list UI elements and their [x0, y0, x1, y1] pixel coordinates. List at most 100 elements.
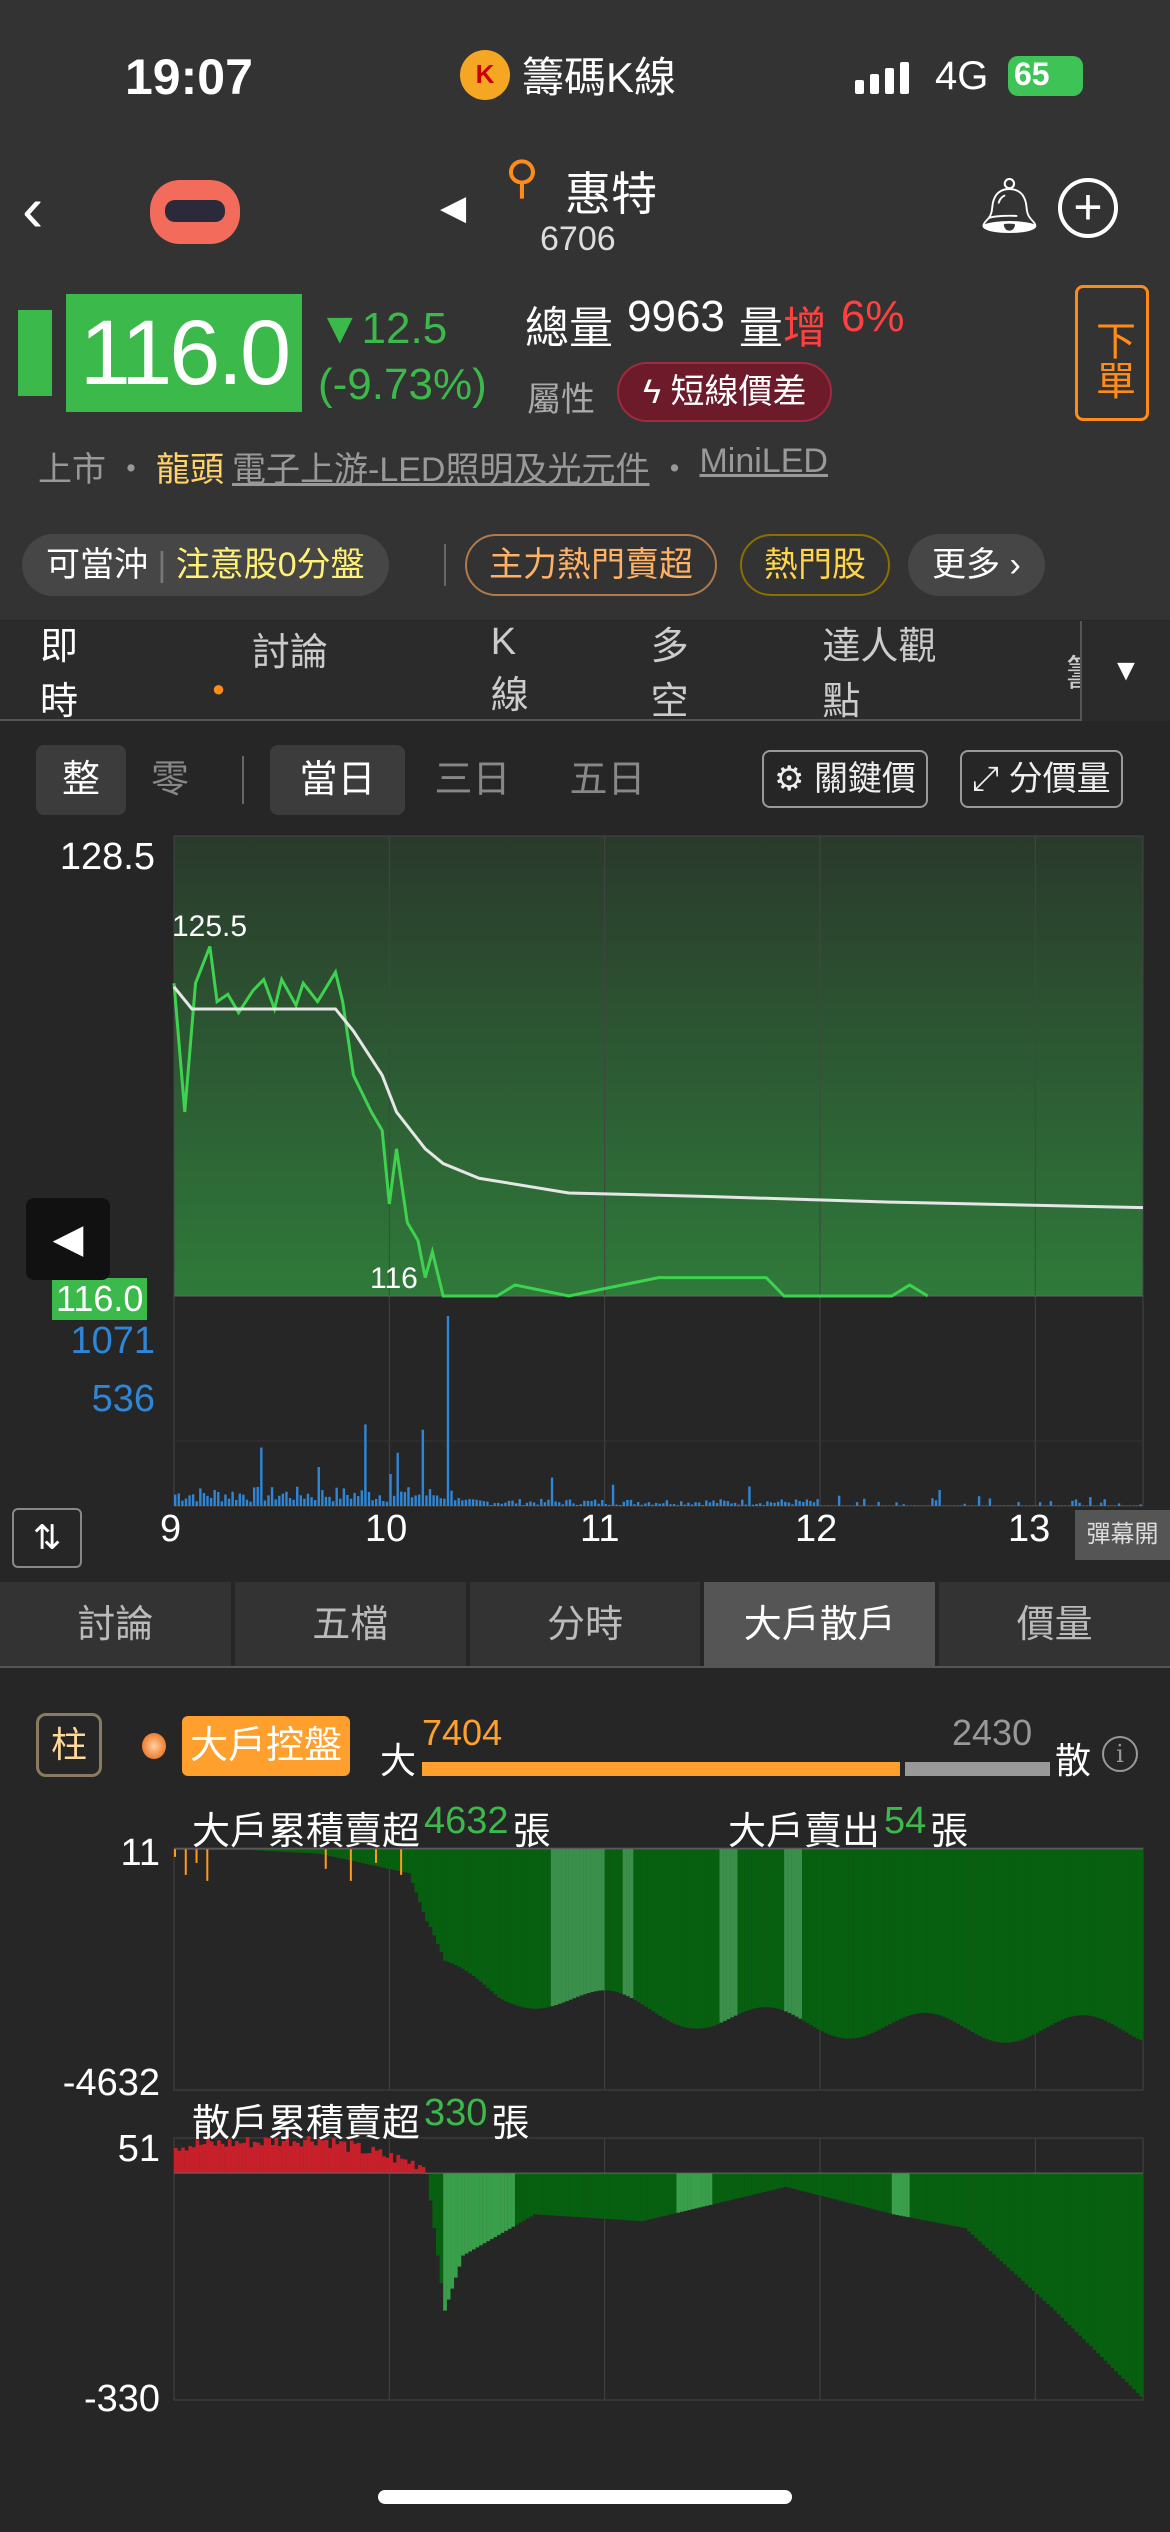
big-cum-bar: [981, 1848, 986, 2038]
bar-toggle-button[interactable]: 柱: [36, 1713, 102, 1777]
volume-bar: [202, 1493, 206, 1506]
retail-cum-bar: [1071, 2173, 1075, 2329]
tag-industry-link[interactable]: 電子上游-LED照明及光元件: [232, 442, 649, 491]
volume-bar: [1121, 1505, 1124, 1506]
volume-bar: [755, 1503, 758, 1506]
retail-cum-bar: [357, 2142, 361, 2174]
search-icon[interactable]: ⚲: [505, 150, 539, 204]
volume-bar: [195, 1501, 198, 1506]
volume-bar: [421, 1429, 425, 1506]
daytrade-chip[interactable]: 可當沖 | 注意股0分盤: [22, 534, 389, 596]
volume-bar: [633, 1504, 636, 1506]
big-cum-bar: [482, 1848, 487, 1985]
big-cum-bar: [1017, 1848, 1022, 2041]
volume-bar: [1099, 1502, 1103, 1506]
volume-bar: [866, 1505, 870, 1506]
volume-bar: [762, 1504, 765, 1506]
big-cum-bar: [518, 1848, 523, 2007]
stock-name[interactable]: 惠特: [565, 158, 657, 224]
big-cum-bar: [1042, 1848, 1047, 2029]
more-chip[interactable]: 更多 ›: [908, 534, 1045, 596]
hot-stock-chip[interactable]: 熱門股: [740, 534, 890, 596]
big-cum-bar: [672, 1848, 677, 2024]
vol-inc-value: 6%: [840, 292, 905, 341]
hot-sell-chip[interactable]: 主力熱門賣超: [465, 534, 717, 596]
collapse-left-icon[interactable]: ◀: [26, 1198, 110, 1280]
retail-cum-bar: [927, 2173, 932, 2222]
retail-cum-bar: [708, 2173, 713, 2205]
retail-cum-bar: [959, 2173, 964, 2228]
vol-by-price-button[interactable]: ⤢ 分價量: [960, 750, 1123, 808]
big-cum-bar: [540, 1848, 544, 2009]
retail-cum-bar: [601, 2173, 605, 2219]
tab-discussion[interactable]: 討論 ●: [172, 621, 391, 720]
volume-bar: [504, 1502, 507, 1506]
volume-bar: [371, 1500, 374, 1506]
range-today[interactable]: 當日: [270, 745, 405, 815]
big-cum-bar: [805, 1848, 810, 2023]
big-cum-bar: [712, 1848, 717, 2026]
retail-cum-bar: [550, 2173, 555, 2216]
big-cum-bar: [733, 1848, 738, 2016]
volume-bar: [410, 1497, 414, 1506]
tag-concept-link[interactable]: MiniLED: [699, 442, 827, 491]
range-5d[interactable]: 五日: [540, 745, 675, 815]
volume-bar: [220, 1501, 224, 1506]
subtab-price-volume[interactable]: 價量: [939, 1582, 1170, 1666]
volume-bar: [916, 1505, 920, 1506]
big-cum-bar: [845, 1848, 849, 2039]
info-icon[interactable]: i: [1102, 1736, 1138, 1772]
swap-icon[interactable]: ⇅: [12, 1508, 82, 1568]
big-cum-bar: [988, 1848, 993, 2041]
add-icon[interactable]: +: [1058, 178, 1118, 238]
volume-bar: [475, 1499, 478, 1506]
subtab-discussion[interactable]: 討論: [0, 1582, 231, 1666]
big-retail-chart: [173, 1847, 1144, 2401]
tab-bull-bear[interactable]: 多空: [611, 615, 723, 725]
retail-cum-bar: [977, 2173, 982, 2242]
big-cum-bar: [690, 1848, 695, 2029]
attr-badge-text: 短線價差: [670, 373, 807, 411]
retail-cum-bar: [988, 2173, 993, 2252]
tab-expert[interactable]: 達人觀點: [782, 615, 966, 725]
retail-ratio-bar: [905, 1762, 1050, 1776]
big-cum-bar: [945, 1848, 950, 2019]
volume-bar: [687, 1502, 690, 1506]
mode-odd[interactable]: 零: [130, 745, 210, 815]
attr-badge[interactable]: ϟ 短線價差: [617, 362, 833, 422]
big-cum-bar: [794, 1848, 799, 2017]
popup-toggle[interactable]: 彈幕開: [1075, 1510, 1170, 1560]
volume-bar: [482, 1501, 486, 1506]
volume-bar: [507, 1500, 511, 1506]
volume-bar: [952, 1505, 956, 1506]
retail-cum-bar: [820, 2173, 824, 2196]
big-cum-bar: [784, 1848, 788, 2012]
subtab-time-sales[interactable]: 分時: [469, 1582, 701, 1666]
retail-cum-bar: [615, 2173, 620, 2220]
big-cum-bar: [769, 1848, 774, 2008]
big-cum-bar: [1006, 1848, 1011, 2043]
order-button[interactable]: 下單: [1075, 285, 1149, 421]
tab-realtime[interactable]: 即時: [0, 615, 112, 725]
tabs-dropdown-icon[interactable]: ▼: [1080, 621, 1170, 721]
big-cum-bar: [812, 1848, 817, 2028]
big-cum-bar: [586, 1848, 591, 1994]
robot-avatar-icon[interactable]: [150, 180, 240, 244]
volume-bar: [1074, 1499, 1078, 1506]
big-cum-bar: [866, 1848, 871, 2035]
volume-bar: [457, 1498, 460, 1506]
mode-whole[interactable]: 整: [36, 745, 126, 815]
prev-stock-icon[interactable]: ◀: [440, 188, 466, 228]
big-cum-bar: [536, 1848, 541, 2009]
tab-kline[interactable]: K線: [451, 621, 551, 719]
bell-icon[interactable]: 🔔︎: [975, 175, 1044, 238]
volume-bar: [1096, 1505, 1099, 1506]
range-3d[interactable]: 三日: [405, 745, 540, 815]
back-icon[interactable]: ‹: [22, 172, 43, 246]
subtab-order-book[interactable]: 五檔: [234, 1582, 466, 1666]
big-cum-bar: [439, 1848, 444, 1953]
retail-cum-bar: [748, 2173, 752, 2196]
key-price-button[interactable]: ⚙ 關鍵價: [762, 750, 928, 808]
big-cum-bar: [1003, 1848, 1007, 2043]
subtab-big-retail[interactable]: 大戶散戶: [704, 1582, 936, 1666]
